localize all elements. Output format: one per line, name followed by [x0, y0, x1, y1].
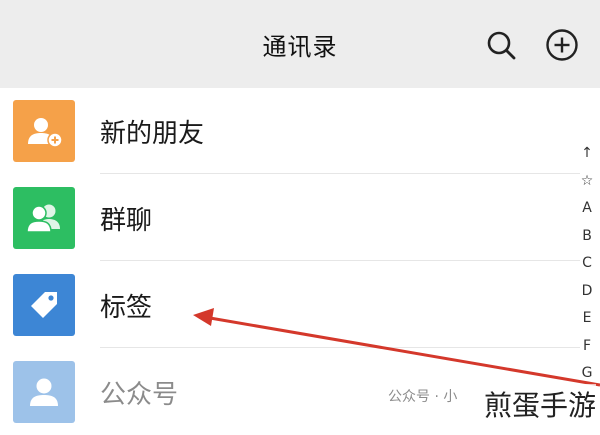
search-icon[interactable] — [484, 28, 518, 62]
index-letter[interactable]: F — [578, 333, 596, 361]
user-icon — [13, 361, 75, 423]
index-letter[interactable]: ☆ — [578, 168, 596, 196]
menu-item-tags[interactable]: 标签 — [0, 262, 580, 348]
index-letter[interactable]: C — [578, 250, 596, 278]
watermark-logo-text: 煎蛋手游 — [483, 384, 596, 424]
index-letter[interactable]: E — [578, 305, 596, 333]
index-letter[interactable]: ↑ — [578, 140, 596, 168]
menu-item-group-chats[interactable]: 群聊 — [0, 175, 580, 261]
menu-item-label: 新的朋友 — [100, 119, 205, 149]
divider — [100, 260, 580, 261]
divider — [100, 347, 580, 348]
divider — [100, 173, 580, 174]
plus-circle-icon[interactable] — [545, 28, 579, 62]
alphabet-index-bar[interactable]: ↑ ☆ A B C D E F G — [578, 140, 596, 388]
status-bar-fragment: ▀ ▀ ▀ — [74, 0, 103, 5]
menu-item-new-friends[interactable]: 新的朋友 — [0, 88, 580, 174]
tag-icon — [13, 274, 75, 336]
contacts-list: 新的朋友 群聊 标签 公众号 — [0, 88, 600, 423]
index-letter[interactable]: B — [578, 223, 596, 251]
menu-item-label: 标签 — [100, 293, 153, 323]
add-user-icon — [13, 100, 75, 162]
watermark-text: 公众号 · 小 — [388, 389, 458, 405]
index-letter[interactable]: A — [578, 195, 596, 223]
menu-item-label: 公众号 — [100, 380, 179, 410]
index-letter[interactable]: D — [578, 278, 596, 306]
menu-item-label: 群聊 — [100, 206, 153, 236]
navigation-bar: ▀ ▀ ▀ ▀ 通讯录 — [0, 0, 600, 88]
group-icon — [13, 187, 75, 249]
status-bar-fragment: ▀ — [580, 0, 588, 5]
